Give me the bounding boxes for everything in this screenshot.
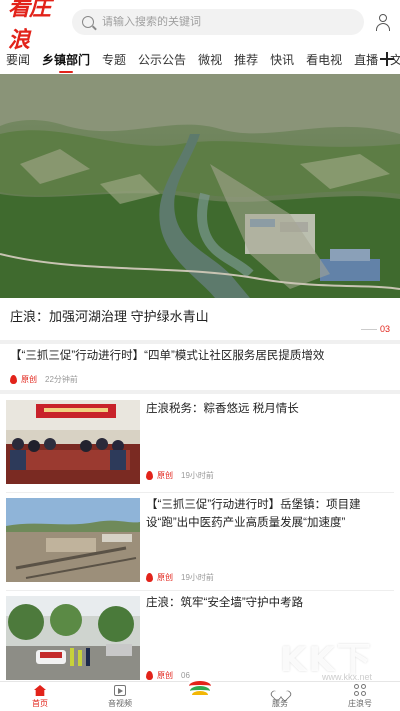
news-time: 19小时前 [181,471,214,480]
tab-live[interactable]: 直播 [354,46,378,74]
news-thumbnail[interactable] [6,400,140,484]
divider [6,590,394,591]
hero-landscape-photo [0,74,400,298]
news-title[interactable]: 庄浪：筑牢“安全墙”守护中考路 [146,594,392,612]
tab-township-departments[interactable]: 乡镇部门 [42,46,90,74]
news-title[interactable]: 【“三抓三促”行动进行时】“四单”模式让社区服务居民提质增效 [10,348,390,365]
search-bar[interactable] [72,9,364,35]
news-thumbnail[interactable] [6,596,140,680]
news-title[interactable]: 庄浪税务：粽香悠远 税月情长 [146,400,392,418]
divider [6,492,394,493]
tab-announcements[interactable]: 公示公告 [138,46,186,74]
original-badge: 原创 [21,375,37,384]
divider [0,390,400,394]
flame-icon [146,671,153,680]
news-time: 22分钟前 [45,375,78,384]
flame-icon [10,375,17,384]
nav-label: 首页 [32,699,48,708]
search-input[interactable] [102,16,354,28]
flame-icon [146,573,153,582]
tab-recommend[interactable]: 推荐 [234,46,258,74]
original-badge: 原创 [157,471,173,480]
hero-caption[interactable]: 庄浪：加强河湖治理 守护绿水青山 03 [0,298,400,342]
flame-icon [146,471,153,480]
nav-label: 庄浪号 [348,699,372,708]
news-time: 19小时前 [181,573,214,582]
tab-watch-tv[interactable]: 看电视 [306,46,342,74]
divider [0,340,400,344]
search-icon [82,16,94,28]
news-thumbnail[interactable] [6,498,140,582]
home-icon [34,685,46,696]
list-item[interactable]: 庄浪税务：粽香悠远 税月情长 原创 19小时前 [0,398,400,488]
bottom-nav: 首页 音视频 服务 庄浪号 [0,676,400,711]
nav-home[interactable]: 首页 [0,682,80,711]
add-channel-icon[interactable] [380,52,394,66]
nav-services[interactable]: 服务 [240,682,320,711]
nav-center-app[interactable] [160,676,240,711]
nav-label: 音视频 [108,699,132,708]
original-badge: 原创 [157,573,173,582]
user-profile-icon[interactable] [374,13,392,31]
list-item[interactable]: 【“三抓三促”行动进行时】“四单”模式让社区服务居民提质增效 原创 22分钟前 [10,348,390,385]
heart-icon [275,686,286,696]
news-time: 06 [181,671,190,680]
app-header: 看庄浪 [0,0,400,53]
tab-flash-news[interactable]: 快讯 [270,46,294,74]
grid-icon [354,684,366,696]
channel-tabs: 要闻 乡镇部门 专题 公示公告 微视 推荐 快讯 看电视 直播 文学 [0,46,400,74]
tab-topics[interactable]: 专题 [102,46,126,74]
hero-title[interactable]: 庄浪：加强河湖治理 守护绿水青山 [10,306,390,325]
news-title[interactable]: 【“三抓三促”行动进行时】岳堡镇：项目建设“跑”出中医药产业高质量发展“加速度” [146,496,392,532]
original-badge: 原创 [157,671,173,680]
tab-micro-video[interactable]: 微视 [198,46,222,74]
carousel-index: 03 [361,324,390,334]
video-icon [114,685,126,696]
list-item[interactable]: 【“三抓三促”行动进行时】岳堡镇：项目建设“跑”出中医药产业高质量发展“加速度”… [0,496,400,586]
nav-audio-video[interactable]: 音视频 [80,682,160,711]
app-logo-icon [186,676,214,704]
hero-image[interactable] [0,74,400,298]
tab-yaowen[interactable]: 要闻 [6,46,30,74]
nav-zhuanglang-account[interactable]: 庄浪号 [320,682,400,711]
